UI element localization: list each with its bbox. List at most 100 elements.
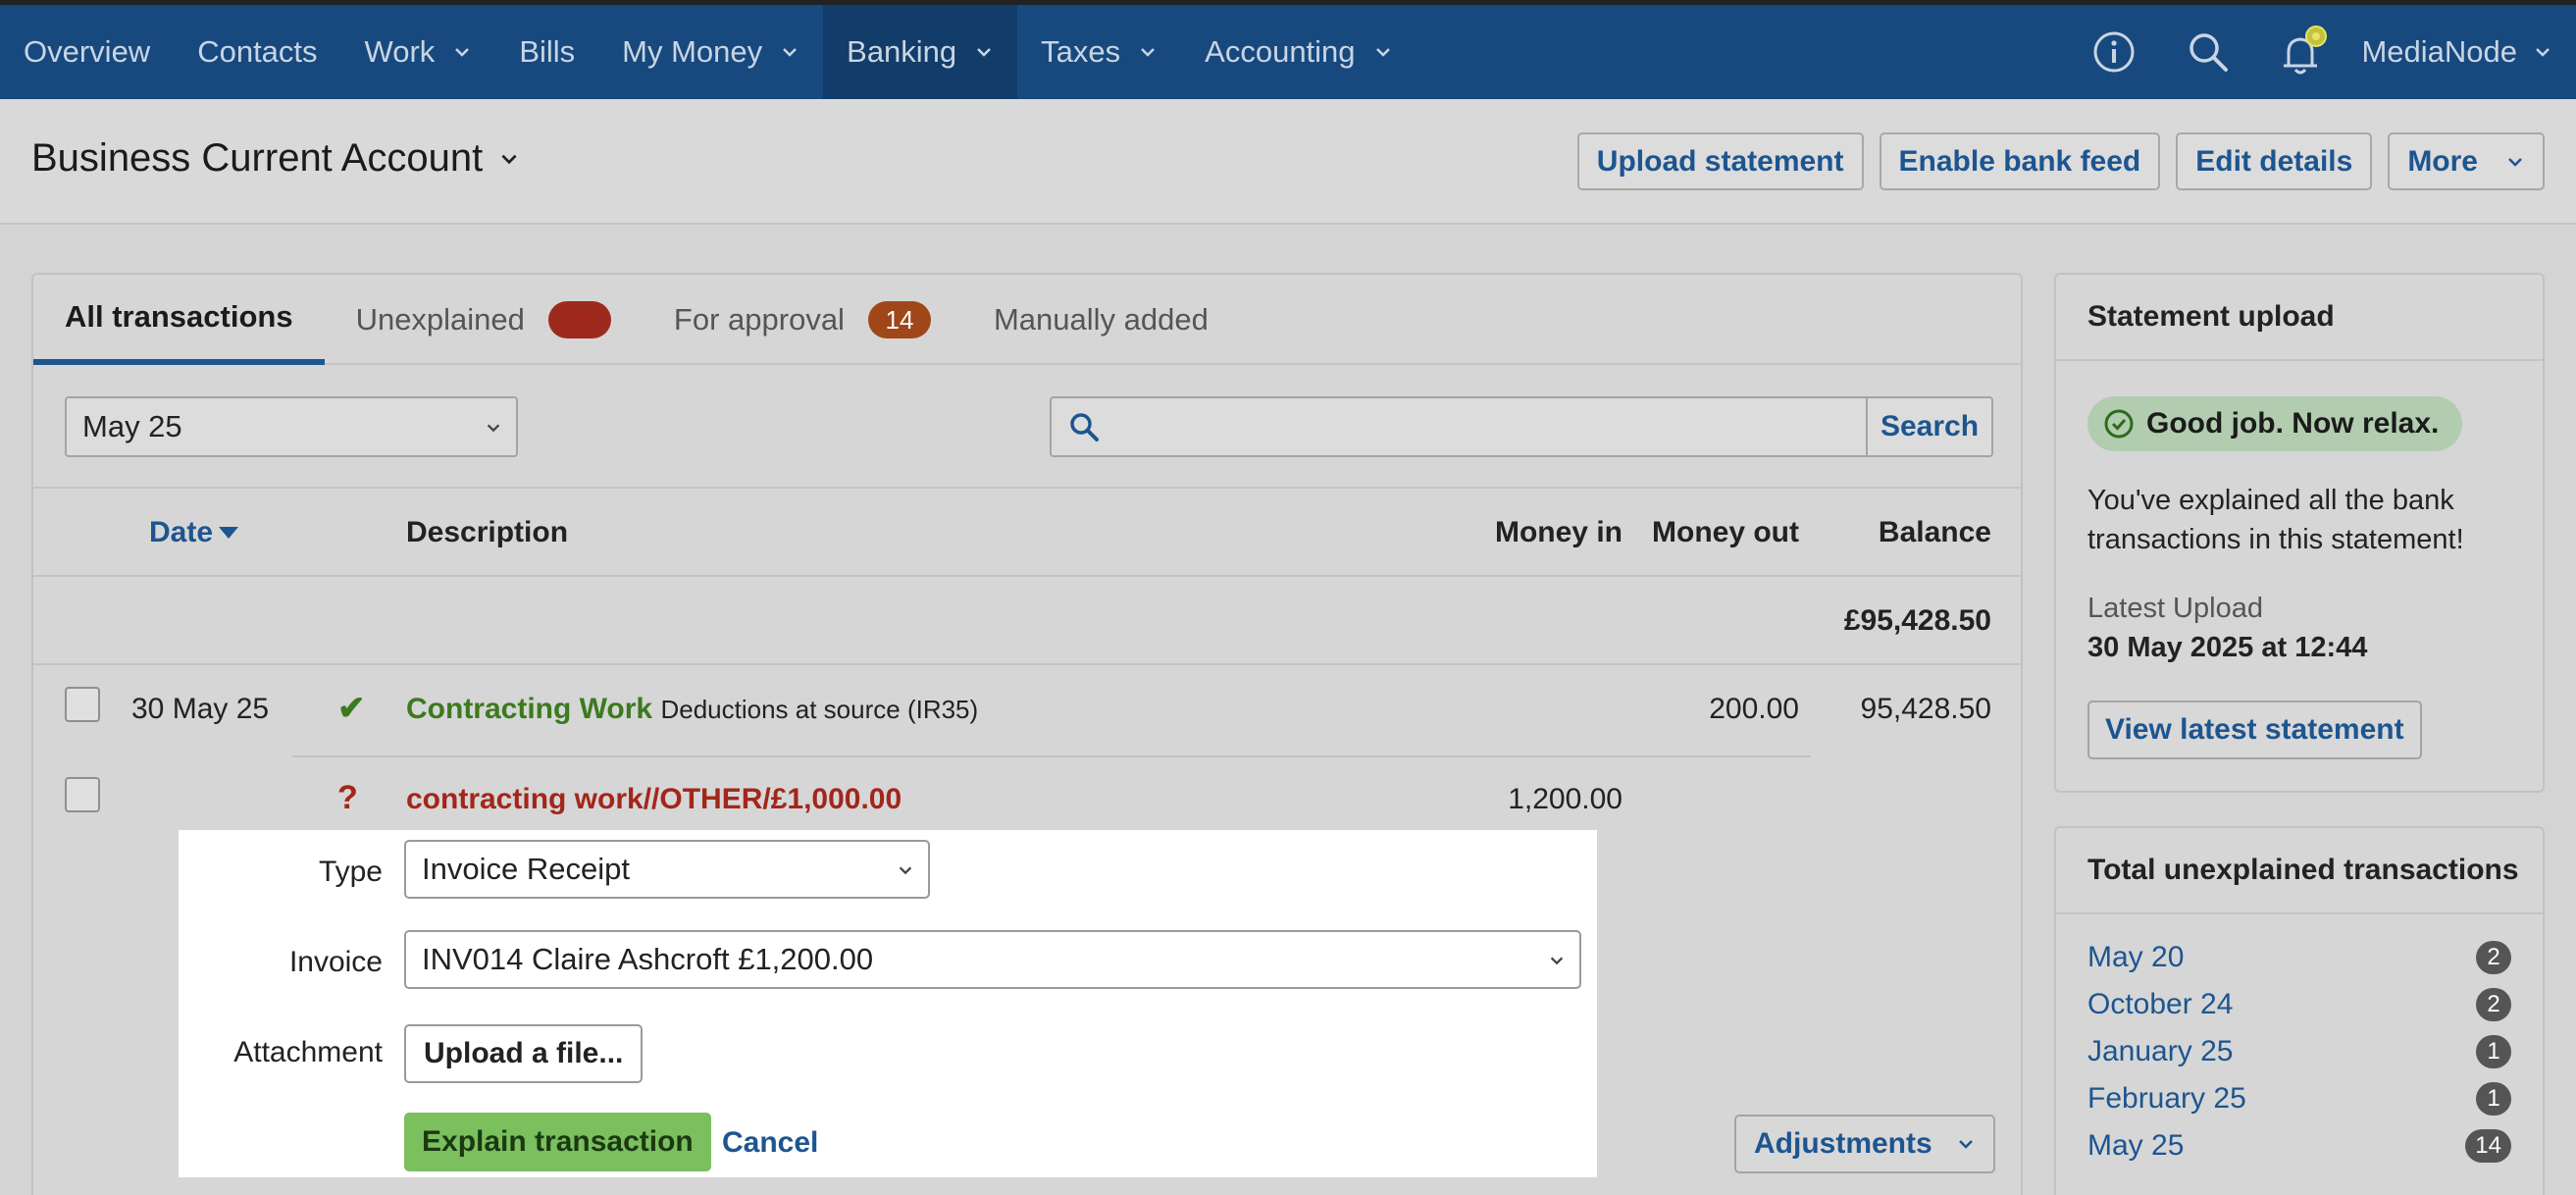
info-icon[interactable]: [2067, 5, 2161, 99]
view-latest-statement-button[interactable]: View latest statement: [2087, 701, 2422, 759]
tab-all-transactions[interactable]: All transactions: [33, 275, 325, 365]
date-sort-header[interactable]: Date: [149, 516, 239, 549]
row-title: Contracting Work: [406, 693, 653, 725]
explain-transaction-form: Type Invoice Receipt Invoice INV014 Clai…: [179, 830, 1597, 1177]
upload-statement-button[interactable]: Upload statement: [1576, 132, 1864, 190]
nav-work[interactable]: Work: [341, 5, 496, 99]
header-money-in: Money in: [1494, 516, 1623, 548]
search-input[interactable]: [1052, 398, 1866, 455]
table-row[interactable]: 30 May 25 ✔ Contracting Work Deductions …: [33, 665, 2021, 753]
nav-banking[interactable]: Banking: [823, 5, 1018, 99]
status-text: Good job. Now relax.: [2146, 407, 2440, 440]
chevron-down-icon: [1375, 48, 1390, 57]
search-button[interactable]: Search: [1866, 398, 1991, 455]
more-button[interactable]: More: [2388, 132, 2545, 190]
explained-check-icon: ✔: [337, 690, 366, 727]
adjustments-label: Adjustments: [1754, 1127, 1932, 1160]
tab-label: Unexplained: [355, 302, 525, 337]
nav-my-money[interactable]: My Money: [598, 5, 823, 99]
page-title: Business Current Account: [31, 136, 484, 180]
row-balance: 95,428.50: [1860, 693, 1991, 725]
chevron-down-icon: [899, 866, 912, 875]
nav-label: My Money: [622, 34, 763, 69]
chevron-down-icon: [783, 48, 798, 57]
unexplained-totals-title: Total unexplained transactions: [2056, 828, 2543, 914]
header-balance: Balance: [1878, 516, 1991, 548]
bell-icon[interactable]: [2255, 5, 2349, 99]
upload-file-button[interactable]: Upload a file...: [404, 1024, 644, 1083]
nav-overview[interactable]: Overview: [0, 5, 174, 99]
account-selector[interactable]: Business Current Account: [31, 136, 520, 181]
count-badge: 1: [2476, 1035, 2511, 1068]
chevron-down-icon: [501, 154, 517, 164]
invoice-value: INV014 Claire Ashcroft £1,200.00: [422, 942, 874, 976]
tab-label: All transactions: [65, 299, 293, 334]
page-header: Business Current Account Upload statemen…: [0, 99, 2576, 225]
nav-label: Accounting: [1205, 34, 1356, 69]
chevron-down-icon: [487, 424, 500, 433]
cancel-link[interactable]: Cancel: [722, 1126, 818, 1160]
table-header: Date Description Money in Money out Bala…: [33, 487, 2021, 577]
period-select[interactable]: May 25: [65, 396, 518, 457]
sort-desc-icon: [219, 527, 239, 539]
row-checkbox[interactable]: [65, 777, 100, 812]
invoice-select[interactable]: INV014 Claire Ashcroft £1,200.00: [404, 930, 1581, 989]
row-checkbox[interactable]: [65, 687, 100, 722]
list-item[interactable]: May 20 2: [2087, 934, 2511, 981]
period-link: October 24: [2087, 988, 2234, 1020]
count-badge: 20: [547, 301, 611, 338]
type-select[interactable]: Invoice Receipt: [404, 840, 930, 899]
count-badge: 1: [2476, 1082, 2511, 1116]
header-description: Description: [406, 516, 569, 548]
list-item[interactable]: January 25 1: [2087, 1028, 2511, 1075]
tab-manually-added[interactable]: Manually added: [962, 275, 1240, 365]
tab-label: For approval: [673, 302, 845, 337]
edit-details-button[interactable]: Edit details: [2176, 132, 2373, 190]
list-item[interactable]: February 25 1: [2087, 1075, 2511, 1122]
nav-label: Bills: [519, 34, 576, 69]
period-link: January 25: [2087, 1035, 2234, 1067]
top-navigation-bar: Overview Contacts Work Bills My Money Ba…: [0, 0, 2576, 99]
tab-unexplained[interactable]: Unexplained 20: [325, 275, 643, 365]
enable-bank-feed-button[interactable]: Enable bank feed: [1879, 132, 2161, 190]
header-money-out: Money out: [1652, 516, 1799, 548]
tab-for-approval[interactable]: For approval 14: [643, 275, 962, 365]
header-date: Date: [149, 516, 214, 548]
search-box: Search: [1050, 396, 1993, 457]
nav-taxes[interactable]: Taxes: [1017, 5, 1181, 99]
opening-balance: £95,428.50: [1843, 604, 1991, 637]
status-badge: Good job. Now relax.: [2087, 396, 2463, 451]
header-actions: Upload statement Enable bank feed Edit d…: [1576, 132, 2545, 190]
nav-bills[interactable]: Bills: [495, 5, 598, 99]
type-value: Invoice Receipt: [422, 852, 630, 886]
count-badge: 2: [2476, 941, 2511, 974]
row-description: Contracting Work Deductions at source (I…: [406, 693, 978, 726]
unexplained-question-icon: ?: [337, 779, 358, 816]
chevron-down-icon: [455, 48, 470, 57]
transaction-tabs: All transactions Unexplained 20 For appro…: [33, 275, 2021, 365]
adjustments-button[interactable]: Adjustments: [1734, 1115, 1995, 1173]
nav-utilities: MediaNode: [2067, 5, 2552, 99]
nav-accounting[interactable]: Accounting: [1181, 5, 1416, 99]
row-subtitle: Deductions at source (IR35): [660, 695, 979, 724]
account-name: MediaNode: [2361, 34, 2517, 69]
period-link: May 20: [2087, 941, 2185, 973]
chevron-down-icon: [1550, 957, 1564, 965]
nav-contacts[interactable]: Contacts: [174, 5, 340, 99]
list-item[interactable]: May 25 14: [2087, 1122, 2511, 1169]
unexplained-totals-card: Total unexplained transactions May 20 2 O…: [2054, 826, 2545, 1195]
search-icon[interactable]: [2161, 5, 2255, 99]
opening-balance-row: £95,428.50: [33, 577, 2021, 665]
attachment-label: Attachment: [233, 1036, 383, 1068]
nav-label: Banking: [847, 34, 957, 69]
explain-transaction-button[interactable]: Explain transaction: [404, 1113, 711, 1171]
count-badge: 14: [2465, 1129, 2511, 1163]
list-item[interactable]: October 24 2: [2087, 981, 2511, 1028]
account-menu[interactable]: MediaNode: [2349, 34, 2552, 70]
message-line: transactions in this statement!: [2087, 524, 2464, 555]
chevron-down-icon: [2536, 48, 2550, 57]
main-nav: Overview Contacts Work Bills My Money Ba…: [0, 5, 1417, 99]
statement-upload-card: Statement upload Good job. Now relax. Yo…: [2054, 273, 2545, 793]
chevron-down-icon: [2508, 157, 2522, 167]
latest-upload-label: Latest Upload: [2087, 593, 2263, 624]
